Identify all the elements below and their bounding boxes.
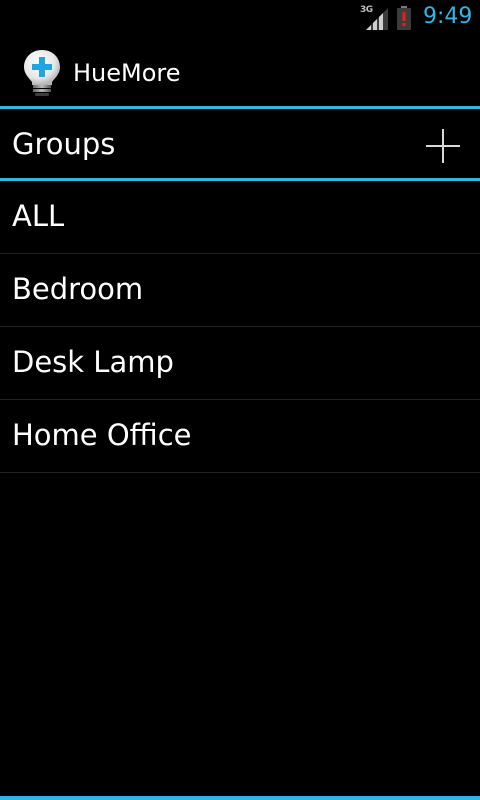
list-item-label: Home Office <box>12 418 192 452</box>
battery-alert-icon <box>397 6 411 30</box>
add-group-button[interactable] <box>420 123 466 169</box>
list-item-label: Bedroom <box>12 272 144 306</box>
list-item-label: ALL <box>12 199 65 233</box>
list-item-bedroom[interactable]: Bedroom <box>0 254 480 327</box>
list-item-label: Desk Lamp <box>12 345 174 379</box>
status-bar: 3G 9:49 <box>0 0 480 38</box>
list-item-home-office[interactable]: Home Office <box>0 400 480 473</box>
list-item-all[interactable]: ALL <box>0 181 480 254</box>
app-title: HueMore <box>73 59 181 87</box>
plus-icon <box>426 129 460 163</box>
groups-title: Groups <box>12 127 116 161</box>
list-item-desk-lamp[interactable]: Desk Lamp <box>0 327 480 400</box>
group-list: ALL Bedroom Desk Lamp Home Office <box>0 181 480 473</box>
status-clock: 9:49 <box>423 4 473 29</box>
bottom-edge-line <box>0 796 480 800</box>
lightbulb-plus-icon[interactable] <box>20 48 64 98</box>
groups-header: Groups <box>0 109 480 178</box>
action-bar: HueMore <box>0 38 480 106</box>
signal-bars-icon: 3G <box>360 5 390 32</box>
